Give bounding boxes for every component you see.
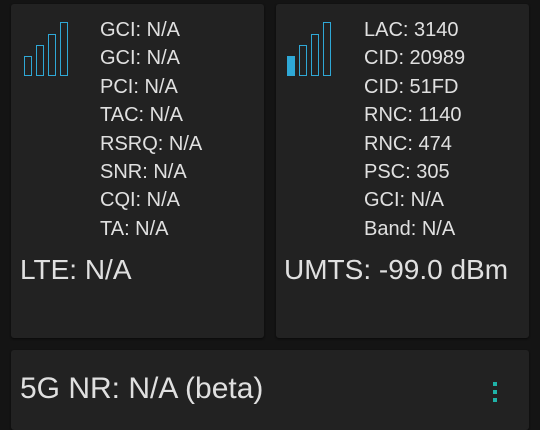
signal-bar-2 [36, 45, 44, 76]
umts-field-rnc: RNC: 1140 [364, 104, 462, 127]
lte-field-gci: GCI: N/A [100, 19, 181, 41]
lte-signal-summary: LTE: N/A [20, 254, 132, 285]
umts-signal-strength-icon [287, 22, 331, 76]
umts-field-lac: LAC: 3140 [364, 19, 459, 41]
lte-field-snr: SNR: N/A [100, 161, 187, 184]
signal-bar-1 [287, 56, 295, 76]
signal-bar-1 [24, 56, 32, 76]
umts-field-rnc-2: RNC: 474 [364, 132, 452, 155]
menu-dot [493, 390, 497, 394]
umts-card: LAC: 3140 CID: 20989 CID: 51FD RNC: 1140… [276, 4, 529, 338]
signal-bar-3 [48, 34, 56, 76]
umts-field-band: Band: N/A [364, 217, 456, 240]
umts-info-list: LAC: 3140 CID: 20989 CID: 51FD RNC: 1140… [364, 16, 465, 243]
lte-field-gci-2: GCI: N/A [100, 47, 181, 70]
nr-card: 5G NR: N/A (beta) [11, 350, 529, 430]
umts-field-psc: PSC: 305 [364, 161, 450, 184]
lte-card: GCI: N/A GCI: N/A PCI: N/A TAC: N/A RSRQ… [11, 4, 264, 338]
signal-bar-4 [60, 22, 68, 76]
umts-signal-summary: UMTS: -99.0 dBm [284, 254, 509, 285]
menu-dot [493, 382, 497, 386]
menu-dot [493, 398, 497, 402]
more-vert-icon[interactable] [491, 382, 499, 402]
umts-field-cid-hex: CID: 51FD [364, 75, 459, 98]
lte-field-cqi: CQI: N/A [100, 189, 181, 212]
signal-bar-3 [311, 34, 319, 76]
lte-field-tac: TAC: N/A [100, 104, 183, 127]
lte-info-list: GCI: N/A GCI: N/A PCI: N/A TAC: N/A RSRQ… [100, 16, 202, 243]
lte-field-pci: PCI: N/A [100, 75, 178, 98]
lte-signal-strength-icon [24, 22, 68, 76]
lte-field-ta: TA: N/A [100, 217, 169, 240]
umts-field-cid: CID: 20989 [364, 47, 466, 70]
umts-field-gci: GCI: N/A [364, 189, 445, 212]
signal-bar-4 [323, 22, 331, 76]
nr-signal-summary: 5G NR: N/A (beta) [20, 372, 264, 405]
signal-bar-2 [299, 45, 307, 76]
lte-field-rsrq: RSRQ: N/A [100, 132, 203, 155]
